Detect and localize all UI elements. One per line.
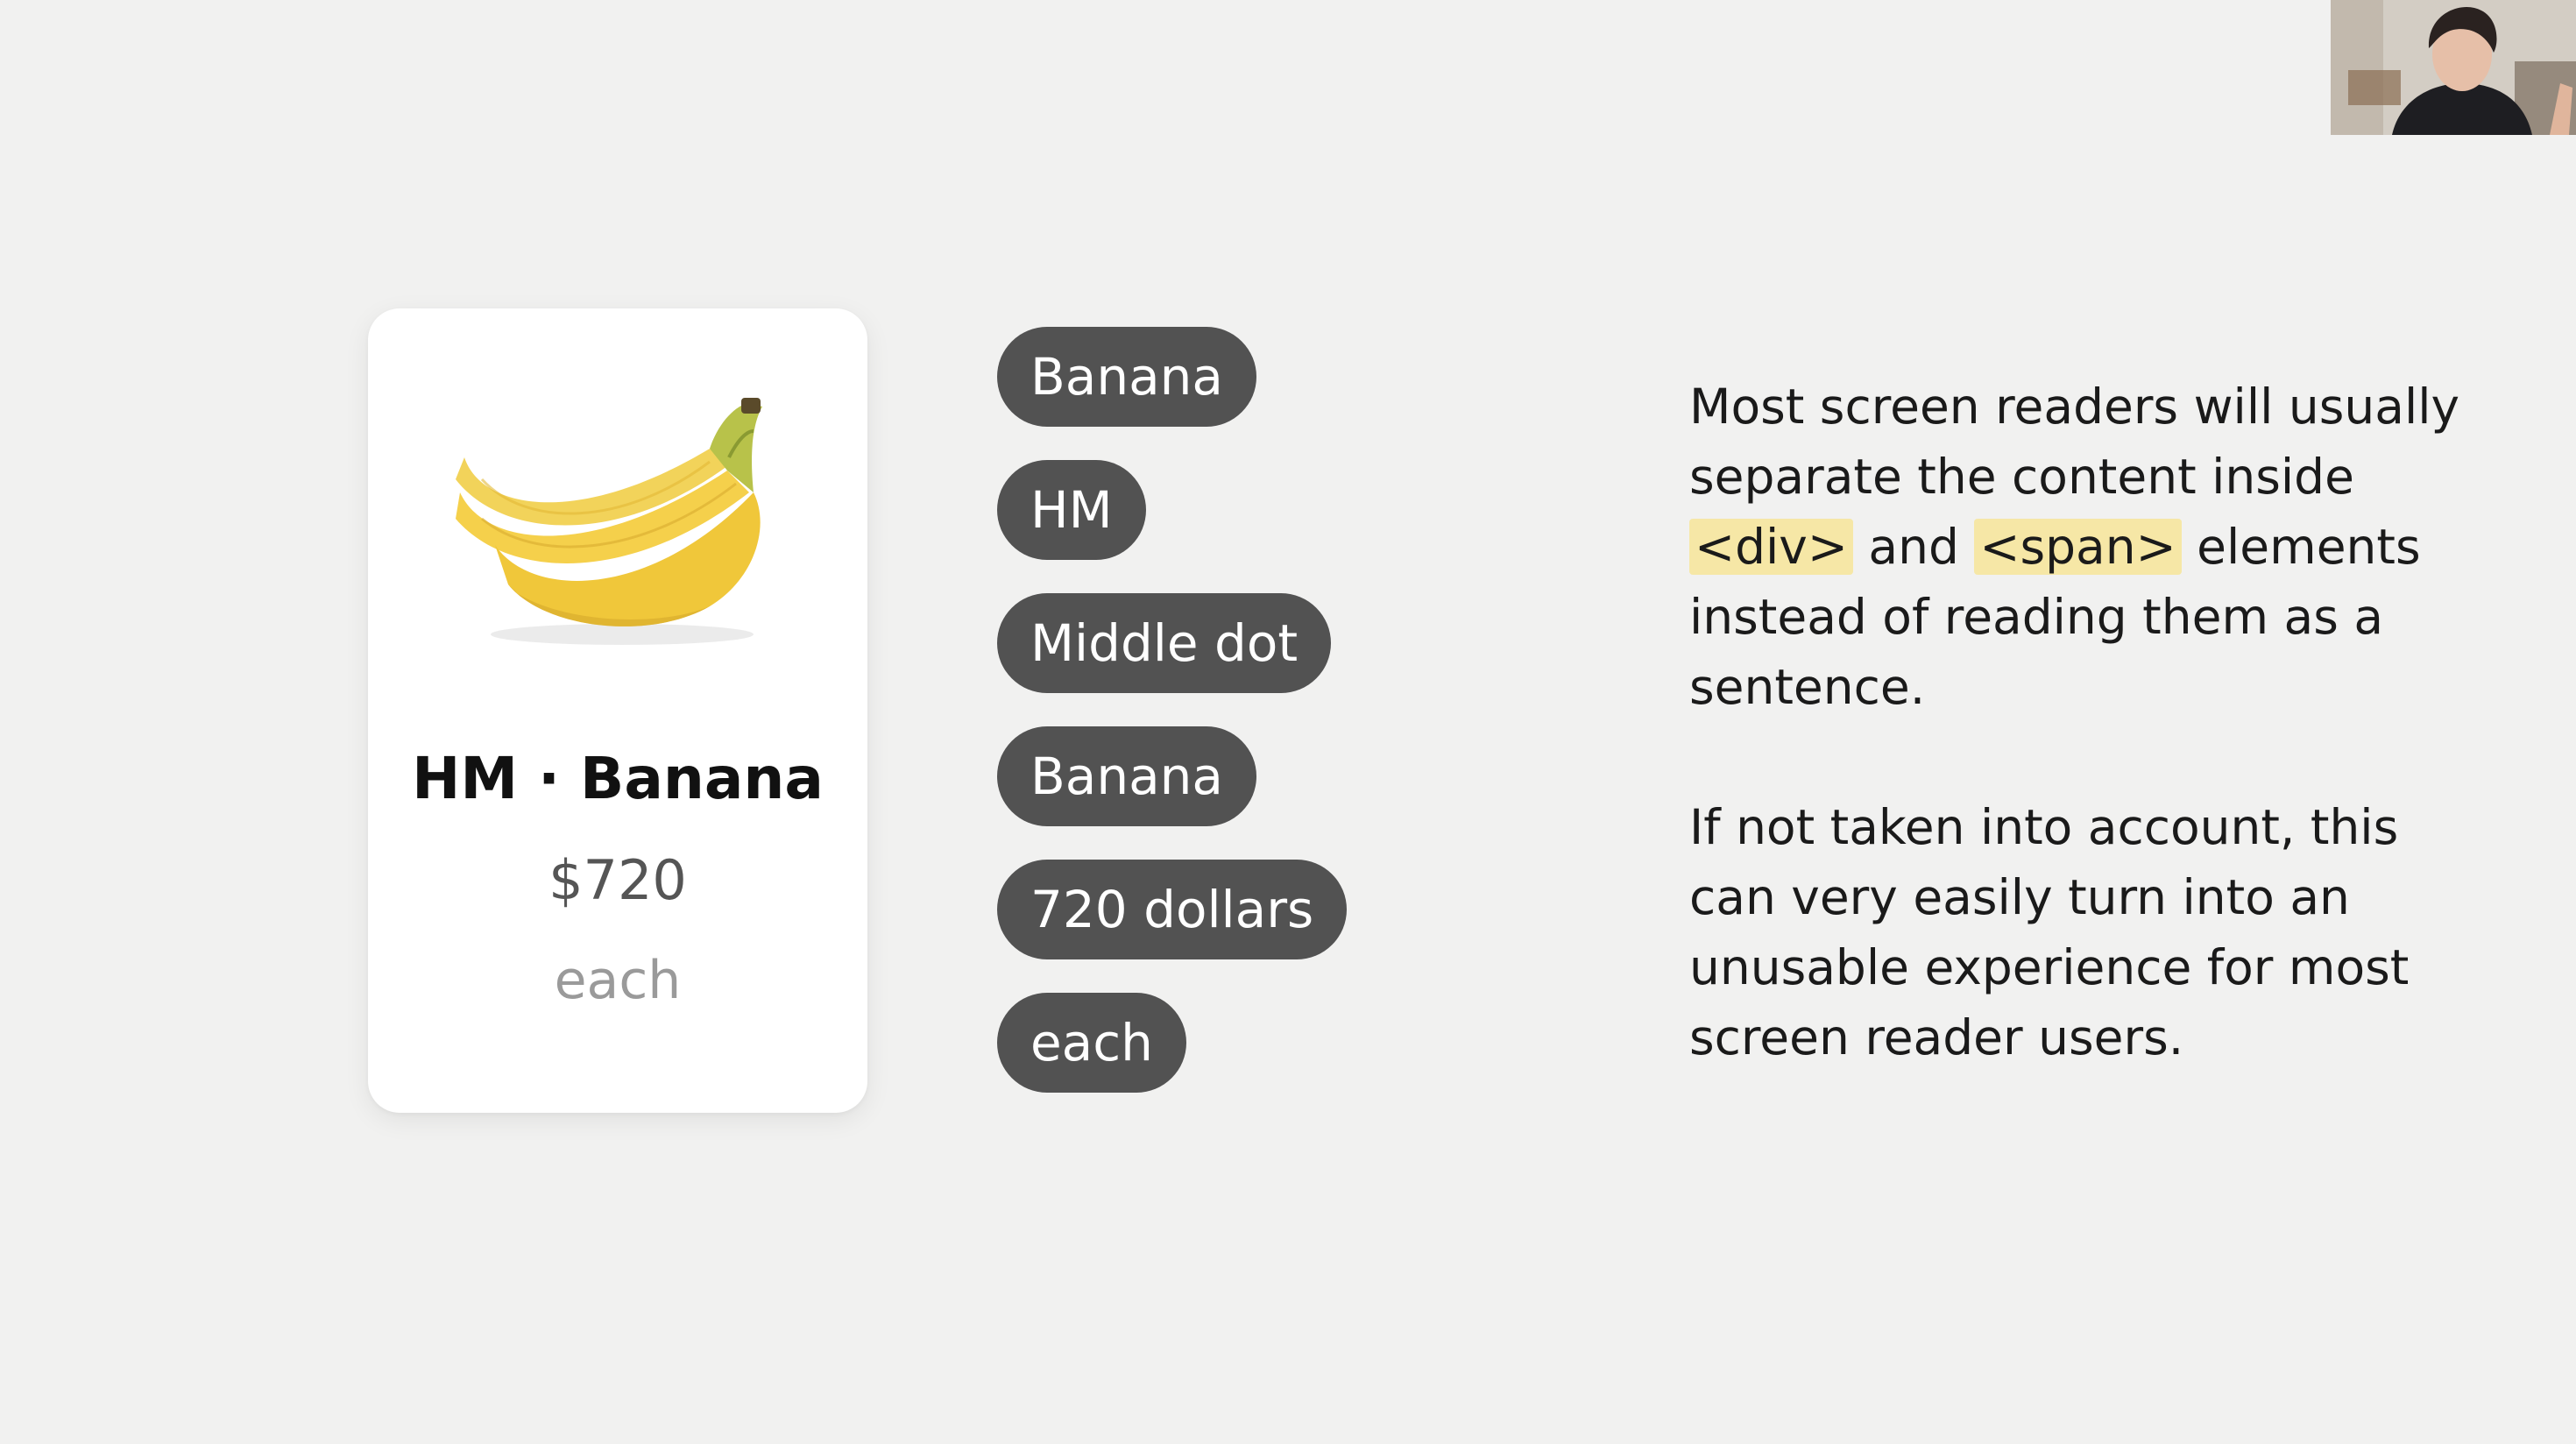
sr-chip: 720 dollars — [997, 860, 1348, 959]
screen-reader-output-list: Banana HM Middle dot Banana 720 dollars … — [997, 327, 1348, 1126]
sr-chip: Middle dot — [997, 593, 1332, 693]
explanation-text-1a: Most screen readers will usually separat… — [1689, 379, 2460, 505]
explanation-paragraph-2: If not taken into account, this can very… — [1689, 799, 2410, 1065]
presenter-video-icon — [2331, 0, 2576, 135]
product-unit: each — [554, 950, 682, 1011]
sr-chip: Banana — [997, 726, 1256, 826]
code-div: <div> — [1689, 519, 1853, 575]
product-price: $720 — [548, 848, 687, 912]
product-title: HM · Banana — [412, 745, 824, 812]
banana-bunch-icon — [447, 396, 789, 650]
product-card: HM · Banana $720 each — [368, 308, 867, 1113]
explanation-text-1b: and — [1868, 519, 1959, 575]
sr-chip: HM — [997, 460, 1146, 560]
slide: HM · Banana $720 each Banana HM Middle d… — [0, 0, 2576, 1444]
sr-chip: Banana — [997, 327, 1256, 427]
explanation-text: Most screen readers will usually separat… — [1689, 372, 2460, 1072]
sr-chip: each — [997, 993, 1186, 1093]
code-span: <span> — [1974, 519, 2182, 575]
explanation-paragraph-1: Most screen readers will usually separat… — [1689, 372, 2460, 722]
